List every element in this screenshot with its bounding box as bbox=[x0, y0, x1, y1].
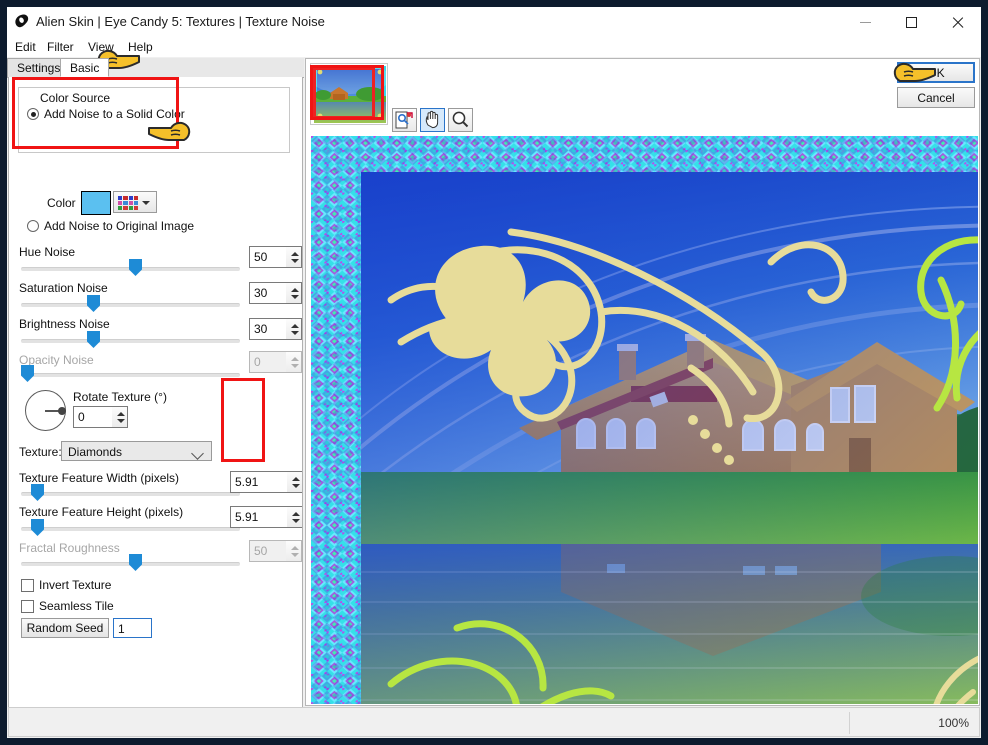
fractal-roughness-thumb bbox=[129, 554, 142, 571]
maximize-button[interactable] bbox=[888, 7, 934, 37]
cancel-button[interactable]: Cancel bbox=[897, 87, 975, 108]
chevron-down-icon bbox=[142, 201, 150, 205]
zoom-magnifier-tool[interactable] bbox=[448, 108, 473, 132]
palette-grid-icon bbox=[118, 196, 138, 210]
texture-label: Texture: bbox=[19, 445, 62, 459]
menu-item-edit[interactable]: Edit bbox=[13, 40, 38, 54]
rotate-texture-label: Rotate Texture (°) bbox=[73, 390, 167, 404]
minimize-icon bbox=[859, 21, 871, 23]
opacity-noise-stepper bbox=[286, 351, 302, 373]
dial-knob-icon bbox=[58, 407, 66, 415]
rotate-texture-field[interactable]: 0 bbox=[73, 406, 113, 428]
feature-height-field[interactable]: 5.91 bbox=[230, 506, 288, 528]
tab-basic[interactable]: Basic bbox=[60, 58, 110, 77]
close-icon bbox=[951, 16, 964, 29]
application-window: Alien Skin | Eye Candy 5: Textures | Tex… bbox=[0, 0, 988, 745]
preview-image bbox=[361, 172, 978, 704]
pointing-hand-cursor-palette bbox=[148, 121, 191, 141]
brightness-noise-stepper[interactable] bbox=[286, 318, 302, 340]
close-button[interactable] bbox=[934, 7, 980, 37]
fractal-roughness-stepper bbox=[286, 540, 302, 562]
image-thumbnail[interactable] bbox=[310, 63, 388, 125]
fractal-roughness-label: Fractal Roughness bbox=[19, 541, 120, 555]
radio-on-icon bbox=[27, 108, 39, 120]
color-label: Color bbox=[47, 196, 76, 210]
brightness-noise-label: Brightness Noise bbox=[19, 317, 110, 331]
feature-width-label: Texture Feature Width (pixels) bbox=[19, 471, 180, 485]
title-bar: Alien Skin | Eye Candy 5: Textures | Tex… bbox=[7, 7, 981, 39]
preview-canvas[interactable] bbox=[311, 136, 978, 704]
teardrop-icon bbox=[15, 14, 29, 28]
pan-hand-tool[interactable] bbox=[420, 108, 445, 132]
feature-width-field[interactable]: 5.91 bbox=[230, 471, 288, 493]
random-seed-button[interactable]: Random Seed bbox=[21, 618, 109, 638]
rotate-texture-stepper[interactable] bbox=[112, 406, 128, 428]
hue-noise-stepper[interactable] bbox=[286, 246, 302, 268]
preview-pane: OK Cancel bbox=[305, 58, 980, 706]
feature-width-stepper[interactable] bbox=[287, 471, 302, 493]
thumbnail-selection-rect bbox=[313, 67, 375, 119]
brightness-noise-thumb[interactable] bbox=[87, 331, 100, 348]
feature-height-track[interactable] bbox=[21, 527, 240, 531]
zoom-level-label: 100% bbox=[938, 716, 969, 730]
menu-bar: Edit Filter View Help bbox=[7, 38, 981, 57]
feature-width-thumb[interactable] bbox=[31, 484, 44, 501]
color-swatch[interactable] bbox=[81, 191, 111, 215]
status-bar: 100% bbox=[8, 707, 980, 737]
tab-strip: Settings Basic bbox=[7, 58, 304, 78]
chevron-down-icon bbox=[191, 447, 204, 460]
preview-compare-tool[interactable] bbox=[392, 108, 417, 132]
menu-item-filter[interactable]: Filter bbox=[45, 40, 76, 54]
color-source-title: Color Source bbox=[37, 91, 114, 105]
rotate-texture-dial[interactable] bbox=[25, 390, 66, 431]
opacity-noise-label: Opacity Noise bbox=[19, 353, 94, 367]
opacity-noise-track bbox=[21, 373, 240, 377]
saturation-noise-track[interactable] bbox=[21, 303, 240, 307]
checkbox-seamless-tile[interactable] bbox=[21, 600, 34, 613]
feature-height-stepper[interactable] bbox=[287, 506, 302, 528]
feature-height-label: Texture Feature Height (pixels) bbox=[19, 505, 184, 519]
checkbox-invert-texture[interactable] bbox=[21, 579, 34, 592]
texture-selected-value: Diamonds bbox=[68, 445, 123, 459]
maximize-icon bbox=[905, 16, 917, 28]
radio-original-label: Add Noise to Original Image bbox=[44, 219, 195, 233]
feature-width-track[interactable] bbox=[21, 492, 240, 496]
saturation-noise-stepper[interactable] bbox=[286, 282, 302, 304]
random-seed-field[interactable]: 1 bbox=[113, 618, 152, 638]
settings-panel: Color Source Add Noise to a Solid Color … bbox=[8, 77, 303, 720]
status-divider bbox=[849, 712, 850, 734]
feature-height-thumb[interactable] bbox=[31, 519, 44, 536]
pointing-hand-cursor-ok bbox=[893, 62, 936, 82]
texture-select[interactable]: Diamonds bbox=[61, 441, 212, 461]
radio-original-image[interactable]: Add Noise to Original Image bbox=[27, 219, 194, 233]
brightness-noise-track[interactable] bbox=[21, 339, 240, 343]
minimize-button[interactable] bbox=[842, 7, 888, 37]
color-palette-dropdown[interactable] bbox=[113, 191, 157, 213]
saturation-noise-label: Saturation Noise bbox=[19, 281, 108, 295]
invert-texture-label: Invert Texture bbox=[39, 578, 112, 592]
opacity-noise-thumb bbox=[21, 365, 34, 382]
radio-off-icon bbox=[27, 220, 39, 232]
window-title: Alien Skin | Eye Candy 5: Textures | Tex… bbox=[36, 14, 325, 29]
saturation-noise-thumb[interactable] bbox=[87, 295, 100, 312]
hue-noise-thumb[interactable] bbox=[129, 259, 142, 276]
seamless-tile-label: Seamless Tile bbox=[39, 599, 114, 613]
hue-noise-label: Hue Noise bbox=[19, 245, 76, 259]
